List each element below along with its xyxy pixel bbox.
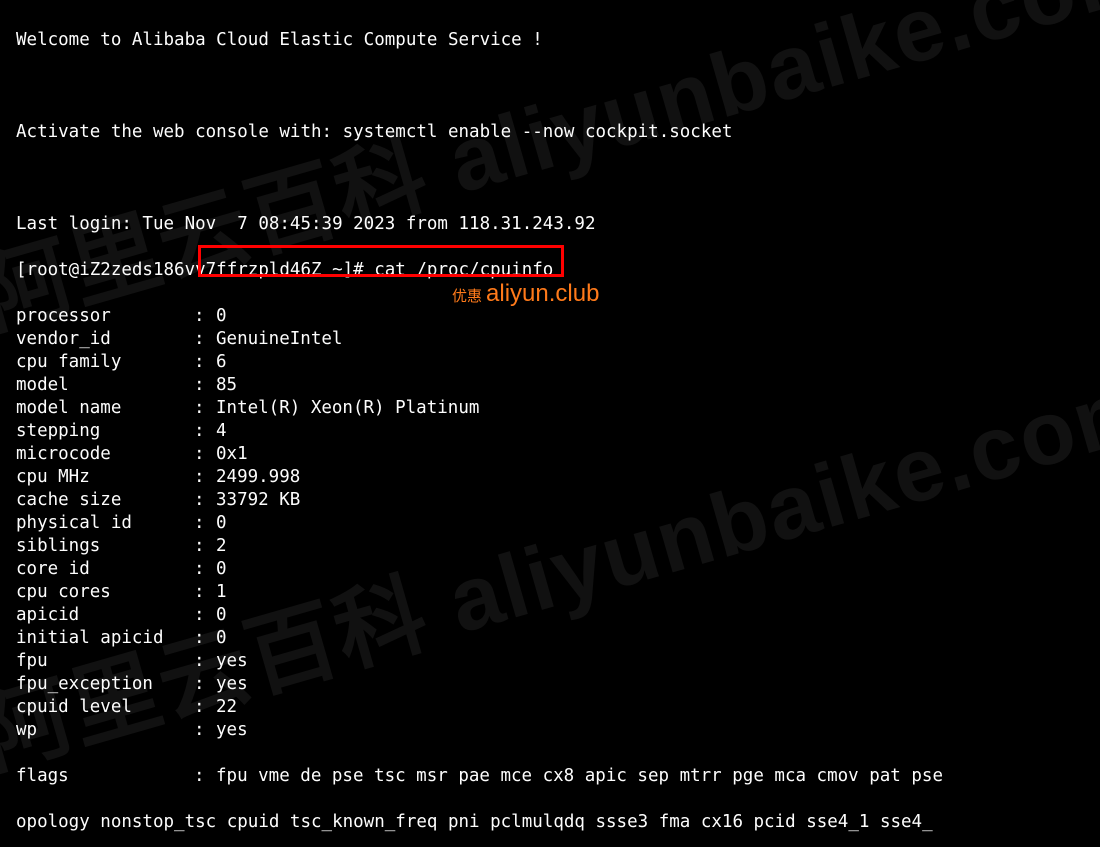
cpuinfo-key: processor — [16, 305, 194, 328]
cpuinfo-key: cpuid level — [16, 696, 194, 719]
cpuinfo-key: vendor_id — [16, 328, 194, 351]
shell-prompt: [root@iZ2zeds186vv7ffrzpld46Z ~]# — [16, 260, 374, 280]
cpuinfo-key: apicid — [16, 604, 194, 627]
cpuinfo-row: fpu: yes — [16, 650, 1090, 673]
cpuinfo-colon: : — [194, 305, 216, 328]
blank-line — [16, 75, 1090, 98]
cpuinfo-colon: : — [194, 328, 216, 351]
cpuinfo-key: microcode — [16, 443, 194, 466]
cpuinfo-row: cache size: 33792 KB — [16, 489, 1090, 512]
cpuinfo-key: model — [16, 374, 194, 397]
cpuinfo-value: fpu vme de pse tsc msr pae mce cx8 apic … — [216, 765, 1090, 788]
cpuinfo-row: wp: yes — [16, 719, 1090, 742]
cpuinfo-value: 0 — [216, 604, 1090, 627]
cpuinfo-colon: : — [194, 374, 216, 397]
cpuinfo-key: fpu — [16, 650, 194, 673]
cpuinfo-colon: : — [194, 489, 216, 512]
cpuinfo-row: stepping: 4 — [16, 420, 1090, 443]
cpuinfo-colon: : — [194, 466, 216, 489]
cpuinfo-key: physical id — [16, 512, 194, 535]
cpuinfo-colon: : — [194, 535, 216, 558]
cpuinfo-value: 33792 KB — [216, 489, 1090, 512]
activate-line: Activate the web console with: systemctl… — [16, 121, 1090, 144]
cpuinfo-row: physical id: 0 — [16, 512, 1090, 535]
cpuinfo-value: 2499.998 — [216, 466, 1090, 489]
cpuinfo-value: 85 — [216, 374, 1090, 397]
cpuinfo-colon: : — [194, 673, 216, 696]
cpuinfo-value: 2 — [216, 535, 1090, 558]
cpuinfo-colon: : — [194, 696, 216, 719]
cpuinfo-row: siblings: 2 — [16, 535, 1090, 558]
cpuinfo-colon: : — [194, 650, 216, 673]
prompt-line: [root@iZ2zeds186vv7ffrzpld46Z ~]# cat /p… — [16, 259, 1090, 282]
cpuinfo-row-flags: flags: fpu vme de pse tsc msr pae mce cx… — [16, 765, 1090, 788]
cpuinfo-value: 0 — [216, 558, 1090, 581]
cpuinfo-colon: : — [194, 558, 216, 581]
cpuinfo-key: model name — [16, 397, 194, 420]
cpuinfo-row: apicid: 0 — [16, 604, 1090, 627]
cpuinfo-key: cpu family — [16, 351, 194, 374]
terminal-output[interactable]: Welcome to Alibaba Cloud Elastic Compute… — [0, 0, 1100, 847]
cpuinfo-colon: : — [194, 581, 216, 604]
cpuinfo-colon: : — [194, 719, 216, 742]
cpuinfo-value: 22 — [216, 696, 1090, 719]
cpuinfo-key: initial apicid — [16, 627, 194, 650]
cpuinfo-colon: : — [194, 627, 216, 650]
cpuinfo-row: processor: 0 — [16, 305, 1090, 328]
cpuinfo-key: cpu cores — [16, 581, 194, 604]
shell-command: cat /proc/cpuinfo — [374, 260, 553, 280]
cpuinfo-row: cpu family: 6 — [16, 351, 1090, 374]
cpuinfo-row: microcode: 0x1 — [16, 443, 1090, 466]
cpuinfo-value: Intel(R) Xeon(R) Platinum — [216, 397, 1090, 420]
cpuinfo-row: vendor_id: GenuineIntel — [16, 328, 1090, 351]
cpuinfo-row: model: 85 — [16, 374, 1090, 397]
flags-wrap-line: opology nonstop_tsc cpuid tsc_known_freq… — [16, 811, 1090, 834]
cpuinfo-value: yes — [216, 673, 1090, 696]
cpuinfo-value: 0 — [216, 627, 1090, 650]
cpuinfo-block: processor: 0vendor_id: GenuineIntelcpu f… — [16, 305, 1090, 742]
cpuinfo-value: 0 — [216, 305, 1090, 328]
cpuinfo-row: fpu_exception: yes — [16, 673, 1090, 696]
cpuinfo-key: stepping — [16, 420, 194, 443]
cpuinfo-key: siblings — [16, 535, 194, 558]
cpuinfo-colon: : — [194, 397, 216, 420]
cpuinfo-colon: : — [194, 351, 216, 374]
cpuinfo-value: yes — [216, 719, 1090, 742]
cpuinfo-row: cpu MHz: 2499.998 — [16, 466, 1090, 489]
cpuinfo-value: 1 — [216, 581, 1090, 604]
cpuinfo-colon: : — [194, 443, 216, 466]
cpuinfo-value: 0 — [216, 512, 1090, 535]
cpuinfo-key: cpu MHz — [16, 466, 194, 489]
cpuinfo-colon: : — [194, 512, 216, 535]
cpuinfo-row: model name: Intel(R) Xeon(R) Platinum — [16, 397, 1090, 420]
cpuinfo-value: yes — [216, 650, 1090, 673]
cpuinfo-row: core id: 0 — [16, 558, 1090, 581]
cpuinfo-colon: : — [194, 604, 216, 627]
cpuinfo-key: wp — [16, 719, 194, 742]
cpuinfo-row: cpuid level: 22 — [16, 696, 1090, 719]
cpuinfo-colon: : — [194, 765, 216, 788]
cpuinfo-value: 4 — [216, 420, 1090, 443]
cpuinfo-key: flags — [16, 765, 194, 788]
welcome-line: Welcome to Alibaba Cloud Elastic Compute… — [16, 29, 1090, 52]
cpuinfo-row: initial apicid: 0 — [16, 627, 1090, 650]
cpuinfo-colon: : — [194, 420, 216, 443]
cpuinfo-value: GenuineIntel — [216, 328, 1090, 351]
cpuinfo-row: cpu cores: 1 — [16, 581, 1090, 604]
blank-line — [16, 167, 1090, 190]
cpuinfo-key: cache size — [16, 489, 194, 512]
last-login-line: Last login: Tue Nov 7 08:45:39 2023 from… — [16, 213, 1090, 236]
cpuinfo-key: core id — [16, 558, 194, 581]
cpuinfo-value: 6 — [216, 351, 1090, 374]
cpuinfo-value: 0x1 — [216, 443, 1090, 466]
cpuinfo-key: fpu_exception — [16, 673, 194, 696]
